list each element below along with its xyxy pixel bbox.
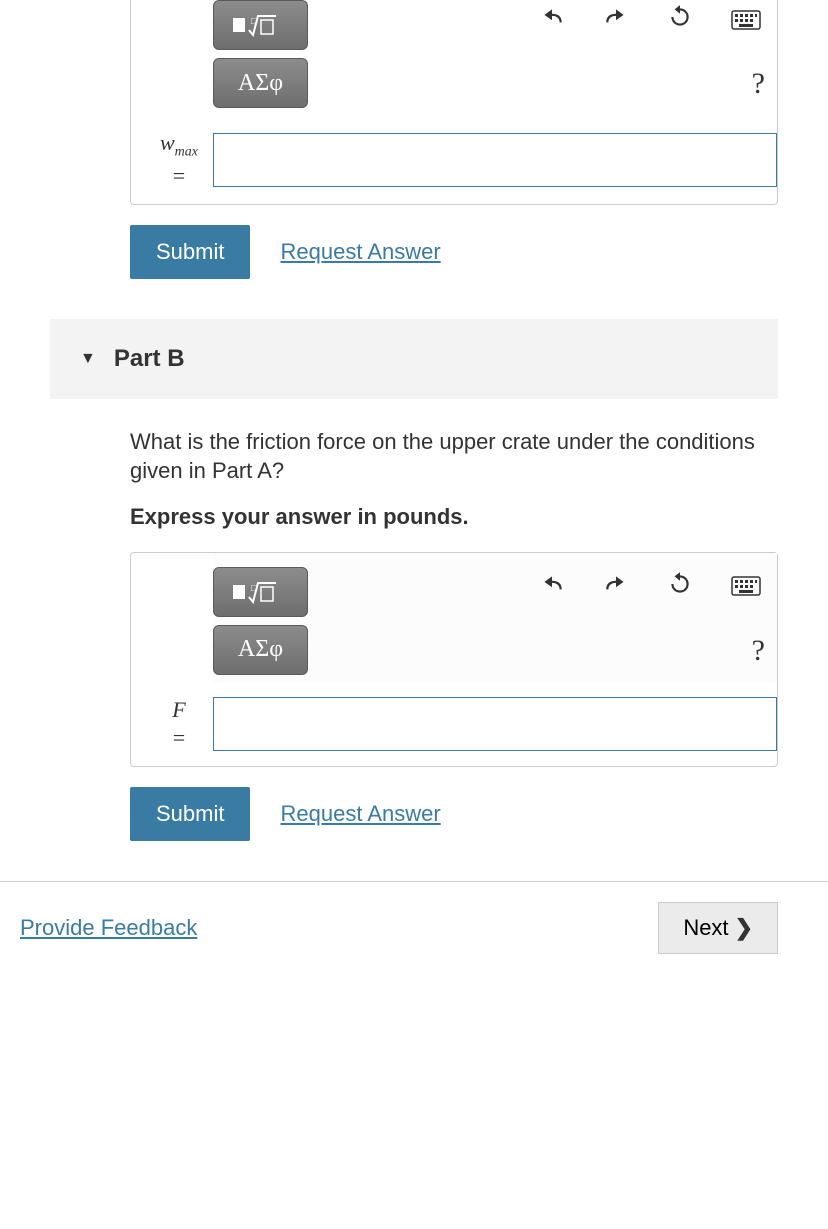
part-a-variable-label: wmax = bbox=[145, 130, 213, 190]
part-a-answer-input[interactable] bbox=[213, 133, 777, 187]
part-b-answer-box: □ ΑΣφ bbox=[130, 552, 778, 767]
redo-button[interactable] bbox=[599, 567, 633, 608]
request-answer-link[interactable]: Request Answer bbox=[280, 239, 440, 265]
next-label: Next bbox=[683, 915, 728, 941]
keyboard-icon bbox=[731, 576, 761, 596]
math-template-button[interactable]: □ bbox=[213, 0, 308, 50]
reset-icon bbox=[667, 4, 693, 30]
redo-icon bbox=[603, 571, 629, 597]
part-a-actions: Submit Request Answer bbox=[130, 225, 778, 279]
reset-icon bbox=[667, 571, 693, 597]
undo-icon bbox=[539, 571, 565, 597]
part-a-toolbar: □ ΑΣφ bbox=[213, 0, 777, 116]
undo-button[interactable] bbox=[535, 0, 569, 41]
page-footer: Provide Feedback Next ❯ bbox=[0, 881, 828, 974]
part-b-toolbar: □ ΑΣφ bbox=[213, 553, 777, 683]
help-button[interactable]: ? bbox=[752, 634, 765, 668]
greek-symbols-button[interactable]: ΑΣφ bbox=[213, 625, 308, 675]
part-b-instruction: Express your answer in pounds. bbox=[130, 504, 778, 530]
part-b-input-row: F = bbox=[145, 697, 777, 752]
part-b-answer-input[interactable] bbox=[213, 697, 777, 751]
request-answer-link[interactable]: Request Answer bbox=[280, 801, 440, 827]
math-template-button[interactable]: □ bbox=[213, 567, 308, 617]
chevron-right-icon: ❯ bbox=[735, 915, 753, 941]
keyboard-button[interactable] bbox=[727, 1, 765, 41]
next-button[interactable]: Next ❯ bbox=[658, 902, 778, 954]
reset-button[interactable] bbox=[663, 567, 697, 608]
keyboard-button[interactable] bbox=[727, 567, 765, 607]
part-b-title: Part B bbox=[114, 345, 185, 373]
part-a-input-row: wmax = bbox=[145, 130, 777, 190]
undo-button[interactable] bbox=[535, 567, 569, 608]
keyboard-icon bbox=[731, 10, 761, 30]
part-a-answer-box: □ ΑΣφ bbox=[130, 0, 778, 205]
part-b-variable-label: F = bbox=[145, 697, 213, 752]
redo-button[interactable] bbox=[599, 0, 633, 41]
collapse-icon: ▼ bbox=[80, 350, 96, 368]
part-b-header[interactable]: ▼ Part B bbox=[50, 319, 778, 399]
math-template-icon: □ bbox=[231, 577, 291, 607]
redo-icon bbox=[603, 4, 629, 30]
math-template-icon: □ bbox=[231, 10, 291, 40]
undo-icon bbox=[539, 4, 565, 30]
submit-button[interactable]: Submit bbox=[130, 225, 250, 279]
provide-feedback-link[interactable]: Provide Feedback bbox=[20, 915, 197, 941]
reset-button[interactable] bbox=[663, 0, 697, 41]
greek-symbols-button[interactable]: ΑΣφ bbox=[213, 58, 308, 108]
submit-button[interactable]: Submit bbox=[130, 787, 250, 841]
part-b-actions: Submit Request Answer bbox=[130, 787, 778, 841]
part-b-question: What is the friction force on the upper … bbox=[130, 427, 778, 486]
help-button[interactable]: ? bbox=[752, 67, 765, 101]
